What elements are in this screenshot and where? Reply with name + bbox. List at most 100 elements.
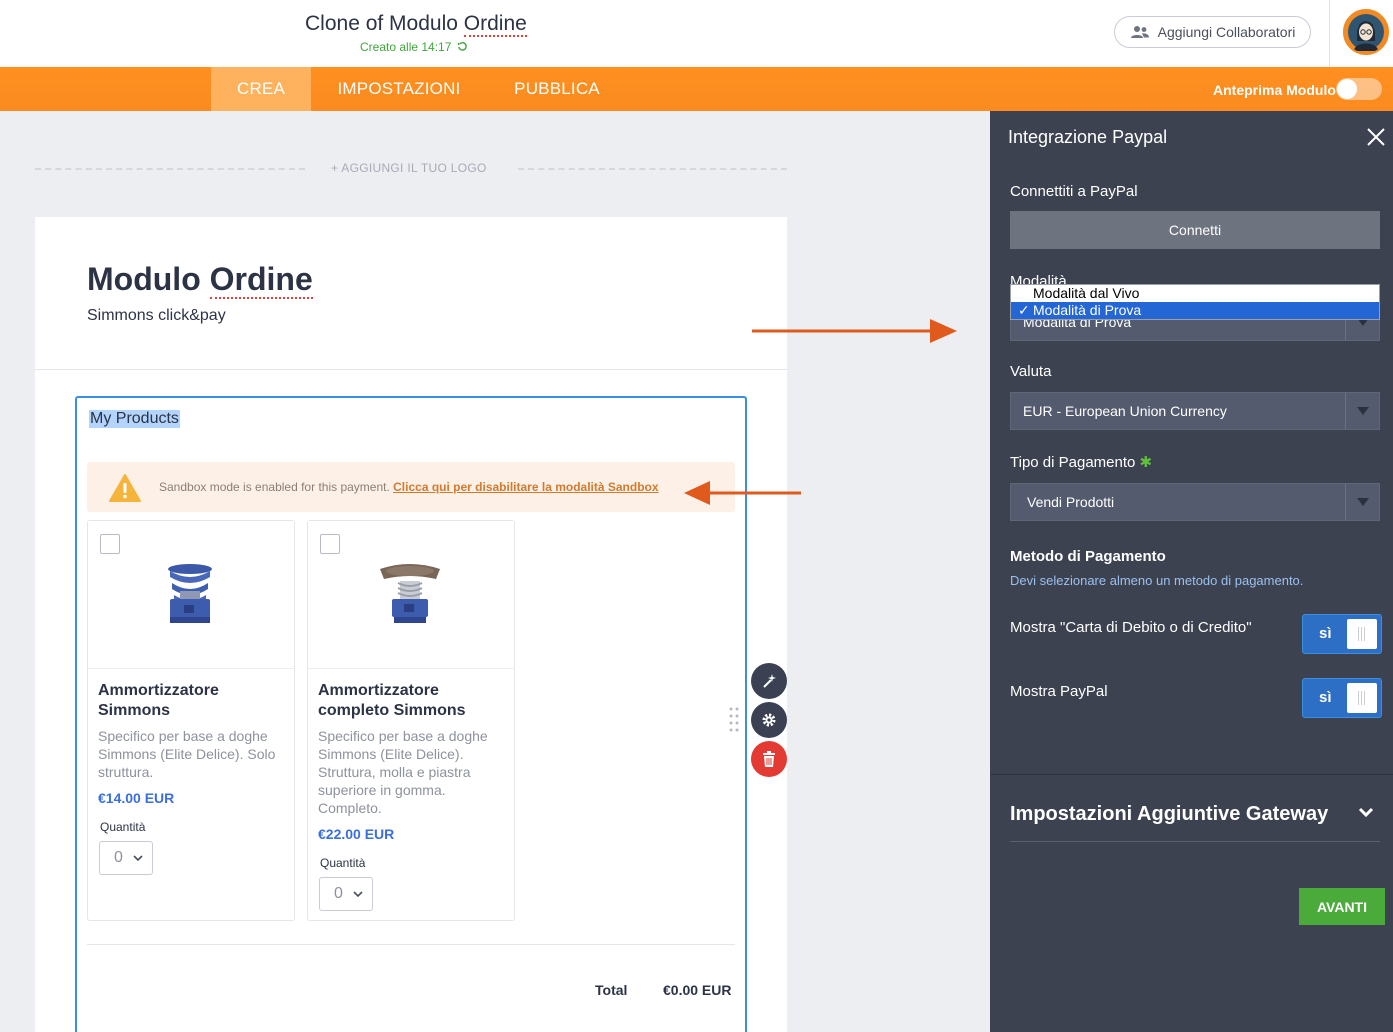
- document-title[interactable]: Clone of Modulo Ordine: [305, 12, 527, 37]
- product-description: Specifico per base a doghe Simmons (Elit…: [318, 728, 488, 816]
- warning-icon: [109, 474, 141, 502]
- toggle-knob: [1347, 683, 1377, 713]
- main-nav: CREA IMPOSTAZIONI PUBBLICA Anteprima Mod…: [0, 67, 1393, 111]
- refresh-icon: [457, 42, 467, 51]
- mode-dropdown-list[interactable]: Modalità dal Vivo ✓ Modalità di Prova: [1010, 284, 1380, 320]
- caret-down-icon: [1356, 498, 1369, 506]
- next-button[interactable]: AVANTI: [1299, 888, 1385, 925]
- disable-sandbox-link[interactable]: Clicca qui per disabilitare la modalità …: [393, 480, 658, 494]
- product-checkbox[interactable]: [320, 534, 340, 554]
- sandbox-text: Sandbox mode is enabled for this payment…: [159, 480, 394, 494]
- document-title-prefix: Clone of Modulo: [305, 12, 464, 35]
- product-price: €14.00 EUR: [98, 790, 175, 806]
- currency-select-arrow: [1345, 393, 1379, 429]
- panel-title: Integrazione Paypal: [1008, 127, 1168, 147]
- checkmark-icon: ✓: [1018, 302, 1030, 318]
- show-paypal-label: Mostra PayPal: [1010, 683, 1108, 700]
- product-checkbox[interactable]: [100, 534, 120, 554]
- product-price: €22.00 EUR: [318, 826, 395, 842]
- document-title-word: Ordine: [463, 12, 527, 37]
- close-icon[interactable]: [1366, 127, 1386, 147]
- quantity-label: Quantità: [100, 820, 146, 834]
- currency-label: Valuta: [1010, 363, 1052, 380]
- product-description: Specifico per base a doghe Simmons (Elit…: [98, 728, 276, 780]
- logo-divider-left: [35, 168, 305, 170]
- show-card-toggle-text: sì: [1319, 625, 1332, 642]
- form-subtitle[interactable]: Simmons click&pay: [87, 307, 226, 325]
- magic-wand-icon: [763, 674, 776, 688]
- add-logo-link[interactable]: + AGGIUNGI IL TUO LOGO: [331, 161, 487, 175]
- panel-separator: [990, 774, 1393, 775]
- field-settings-button[interactable]: [751, 702, 787, 738]
- payment-method-hint: Devi selezionare almeno un metodo di pag…: [1010, 573, 1304, 588]
- tab-crea[interactable]: CREA: [211, 67, 311, 111]
- product-card[interactable]: Ammortizzatore completo Simmons Specific…: [307, 520, 515, 921]
- mode-option-live[interactable]: Modalità dal Vivo: [1011, 285, 1379, 302]
- shock-absorber-complete-image: [380, 564, 440, 623]
- chevron-down-icon: [133, 854, 143, 861]
- add-collaborators-button[interactable]: Aggiungi Collaboratori: [1114, 16, 1311, 48]
- section-underline: [1010, 841, 1380, 842]
- gear-icon: [762, 713, 776, 727]
- user-avatar[interactable]: [1343, 9, 1389, 55]
- payment-method-title: Metodo di Pagamento: [1010, 548, 1166, 565]
- product-list-field[interactable]: My Products Sandbox mode is enabled for …: [75, 396, 747, 1032]
- connect-label: Connettiti a PayPal: [1010, 183, 1138, 200]
- quantity-select[interactable]: 0: [319, 877, 373, 911]
- header-separator: [35, 369, 787, 370]
- logo-divider-right: [518, 168, 787, 170]
- currency-select-value: EUR - European Union Currency: [1023, 403, 1227, 419]
- chevron-down-icon: [353, 890, 363, 897]
- preview-label: Anteprima Modulo: [1213, 82, 1336, 98]
- payment-type-value: Vendi Prodotti: [1027, 494, 1115, 510]
- form-canvas: Modulo Ordine Simmons click&pay My Produ…: [35, 217, 787, 1032]
- shock-absorber-image: [168, 564, 212, 623]
- preview-toggle[interactable]: [1336, 78, 1382, 100]
- paypal-integration-panel: Integrazione Paypal Connettiti a PayPal …: [990, 111, 1393, 1032]
- payment-type-text: Tipo di Pagamento: [1010, 454, 1136, 471]
- form-title-prefix: Modulo: [87, 261, 210, 297]
- total-label: Total: [595, 982, 628, 998]
- currency-select[interactable]: EUR - European Union Currency: [1010, 392, 1380, 430]
- magic-wand-button[interactable]: [751, 663, 787, 699]
- required-star-icon: ✱: [1139, 454, 1153, 471]
- tab-impostazioni[interactable]: IMPOSTAZIONI: [311, 67, 487, 111]
- collaborators-label: Aggiungi Collaboratori: [1157, 24, 1296, 40]
- annotation-arrow-left: [684, 481, 801, 505]
- extra-gateway-settings-toggle[interactable]: Impostazioni Aggiuntive Gateway: [1010, 803, 1328, 826]
- payment-type-arrow: [1345, 484, 1379, 520]
- created-time: Creato alle 14:17: [360, 40, 452, 54]
- quantity-select[interactable]: 0: [99, 841, 153, 875]
- toggle-knob: [1347, 619, 1377, 649]
- connect-button[interactable]: Connetti: [1010, 211, 1380, 249]
- tab-pubblica[interactable]: PUBBLICA: [487, 67, 627, 111]
- annotation-arrow-right: [752, 319, 957, 343]
- payment-type-label: Tipo di Pagamento ✱: [1010, 453, 1152, 471]
- product-name: Ammortizzatore completo Simmons: [318, 682, 466, 719]
- form-title-word: Ordine: [209, 261, 313, 299]
- total-value: €0.00 EUR: [663, 982, 732, 998]
- sandbox-warning: Sandbox mode is enabled for this payment…: [87, 462, 735, 512]
- product-image-area: [308, 521, 514, 669]
- quantity-value: 0: [334, 885, 343, 902]
- product-card[interactable]: Ammortizzatore Simmons Specifico per bas…: [87, 520, 295, 921]
- header-divider: [1329, 0, 1330, 67]
- delete-field-button[interactable]: [751, 741, 787, 777]
- chevron-down-icon[interactable]: [1358, 807, 1374, 819]
- users-icon: [1130, 26, 1149, 38]
- avatar-image: [1345, 11, 1387, 53]
- product-field-label[interactable]: My Products: [89, 410, 180, 428]
- show-paypal-toggle-text: sì: [1319, 689, 1332, 706]
- drag-handle-icon[interactable]: [729, 707, 739, 733]
- mode-option-test[interactable]: ✓ Modalità di Prova: [1011, 302, 1379, 319]
- form-title[interactable]: Modulo Ordine: [87, 261, 313, 299]
- product-image-area: [88, 521, 294, 669]
- show-card-label: Mostra "Carta di Debito o di Credito": [1010, 619, 1252, 636]
- total-separator: [87, 944, 735, 945]
- show-paypal-toggle[interactable]: sì: [1302, 678, 1382, 718]
- payment-type-select[interactable]: Vendi Prodotti: [1010, 483, 1380, 521]
- show-card-toggle[interactable]: sì: [1302, 614, 1382, 654]
- mode-option-live-label: Modalità dal Vivo: [1033, 285, 1140, 301]
- caret-down-icon: [1356, 407, 1369, 415]
- trash-icon: [763, 751, 775, 767]
